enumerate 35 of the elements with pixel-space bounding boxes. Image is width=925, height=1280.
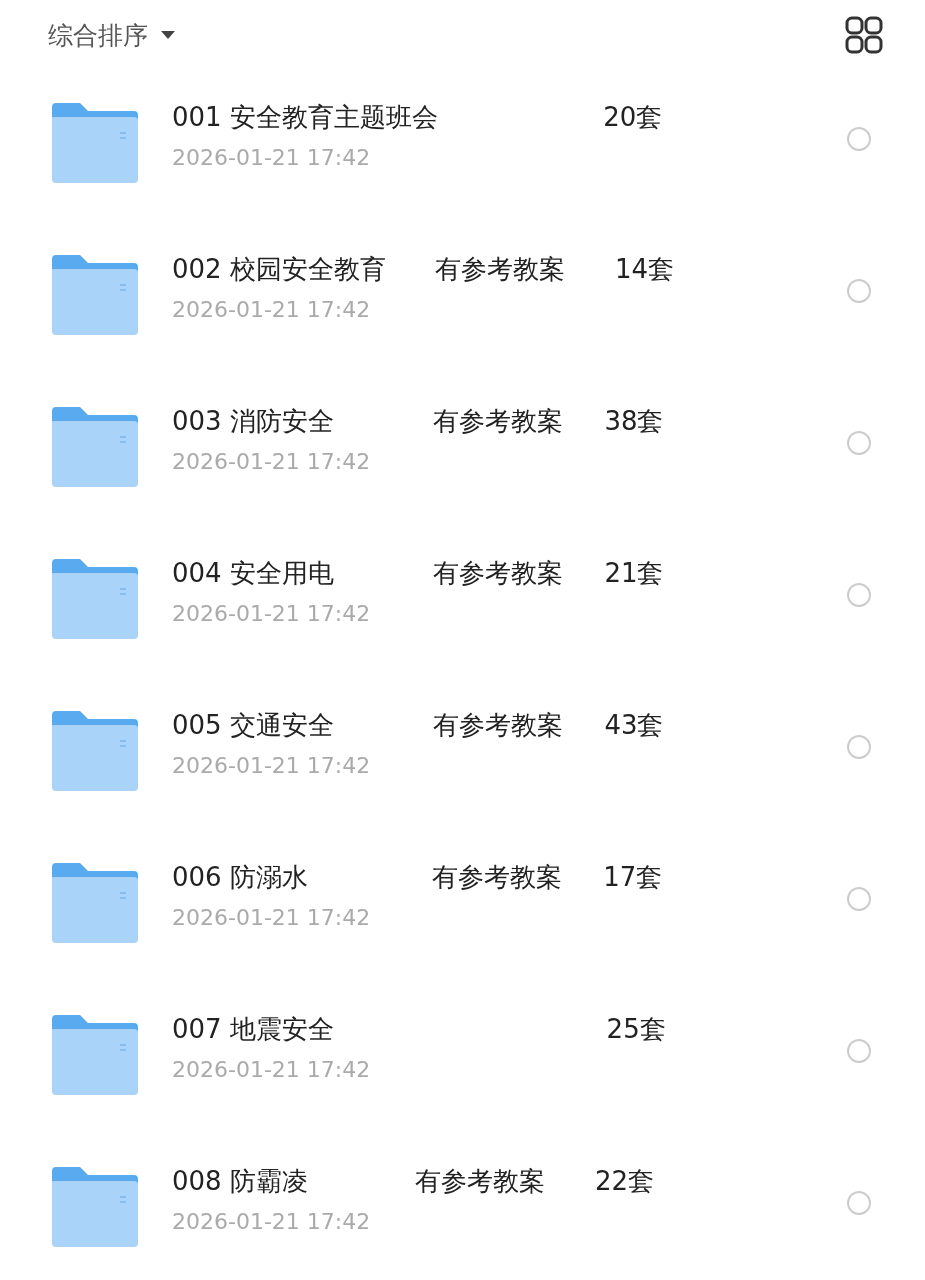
modified-date: 2026-01-21 17:42 <box>172 296 372 324</box>
folder-icon <box>52 863 138 943</box>
folder-icon <box>52 711 138 791</box>
select-radio[interactable] <box>847 127 871 151</box>
folder-name[interactable]: 001 安全教育主题班会 20套 <box>172 100 847 134</box>
folder-name[interactable]: 005 交通安全 有参考教案 43套 <box>172 708 847 742</box>
modified-date: 2026-01-21 17:42 <box>172 144 372 172</box>
select-radio[interactable] <box>847 1039 871 1063</box>
folder-icon <box>52 407 138 487</box>
select-radio[interactable] <box>847 431 871 455</box>
grid-view-icon[interactable] <box>845 16 883 54</box>
folder-name[interactable]: 006 防溺水 有参考教案 17套 <box>172 860 847 894</box>
folder-icon <box>52 1167 138 1247</box>
caret-icon <box>160 30 176 40</box>
folder-icon <box>52 103 138 183</box>
select-radio[interactable] <box>847 1191 871 1215</box>
select-radio[interactable] <box>847 279 871 303</box>
select-radio[interactable] <box>847 887 871 911</box>
folder-name[interactable]: 007 地震安全 25套 <box>172 1012 847 1046</box>
folder-icon <box>52 559 138 639</box>
modified-date: 2026-01-21 17:42 <box>172 1208 372 1236</box>
folder-icon <box>52 255 138 335</box>
sort-dropdown[interactable]: 综合排序 <box>48 18 176 52</box>
folder-name[interactable]: 003 消防安全 有参考教案 38套 <box>172 404 847 438</box>
modified-date: 2026-01-21 17:42 <box>172 904 372 932</box>
select-radio[interactable] <box>847 735 871 759</box>
folder-name[interactable]: 004 安全用电 有参考教案 21套 <box>172 556 847 590</box>
modified-date: 2026-01-21 17:42 <box>172 752 372 780</box>
select-radio[interactable] <box>847 583 871 607</box>
modified-date: 2026-01-21 17:42 <box>172 1056 372 1084</box>
folder-icon <box>52 1015 138 1095</box>
folder-name[interactable]: 008 防霸凌 有参考教案 22套 <box>172 1164 847 1198</box>
modified-date: 2026-01-21 17:42 <box>172 448 372 476</box>
folder-name[interactable]: 002 校园安全教育 有参考教案 14套 <box>172 252 847 286</box>
modified-date: 2026-01-21 17:42 <box>172 600 372 628</box>
